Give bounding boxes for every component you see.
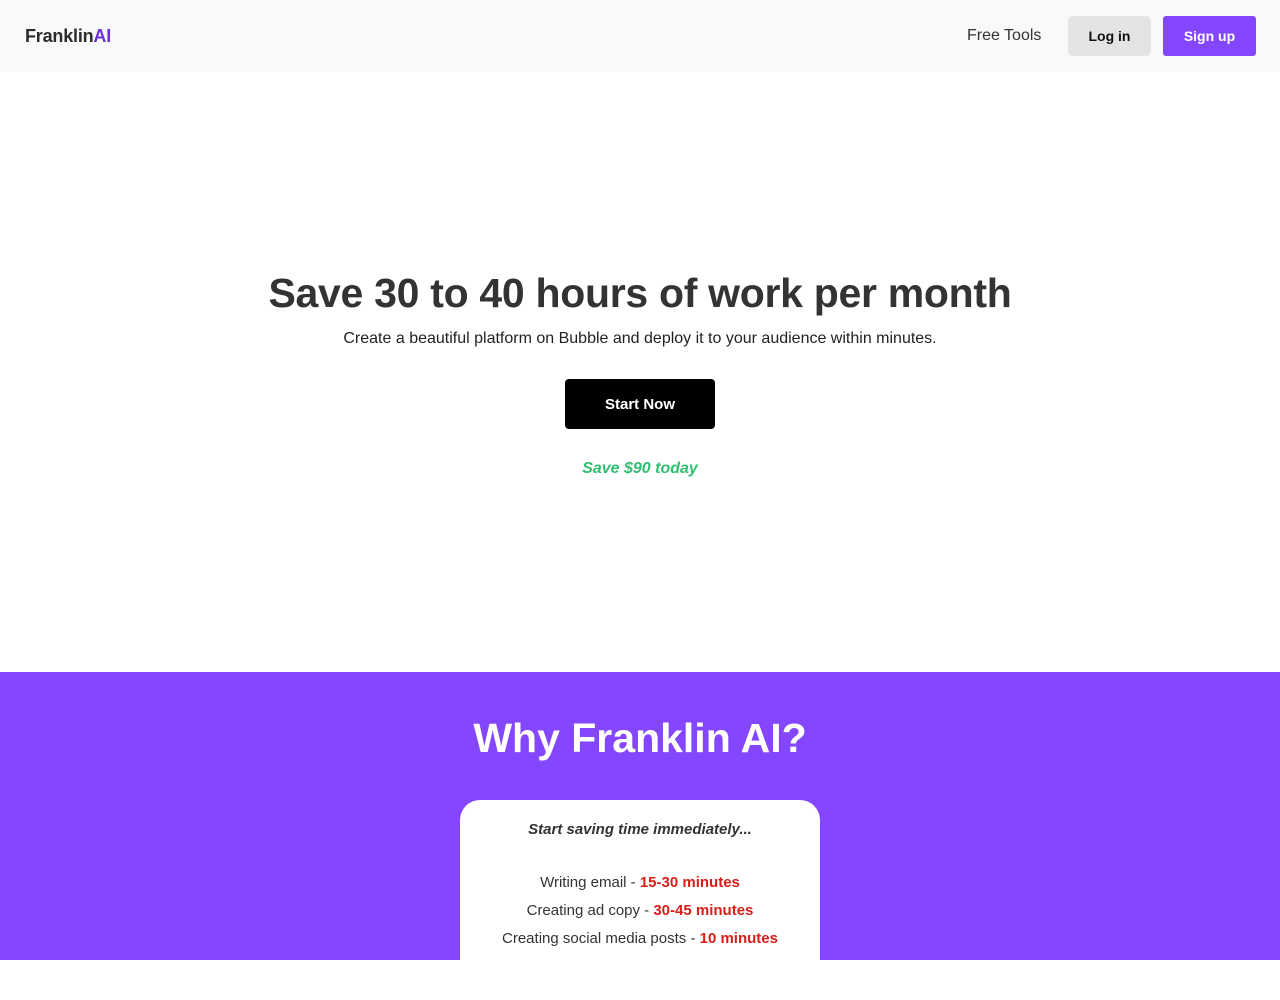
signup-button[interactable]: Sign up <box>1163 16 1256 56</box>
why-section: Why Franklin AI? Start saving time immed… <box>0 672 1280 1000</box>
login-button[interactable]: Log in <box>1068 16 1151 56</box>
time-value: 30-45 minutes <box>653 902 754 919</box>
hero-title: Save 30 to 40 hours of work per month <box>268 270 1012 316</box>
why-title: Why Franklin AI? <box>473 715 807 761</box>
free-tools-link[interactable]: Free Tools <box>967 26 1041 46</box>
list-item: Writing email - 15-30 minutes <box>460 873 820 893</box>
logo-text: Franklin <box>25 26 94 46</box>
time-value: 15-30 minutes <box>639 874 740 891</box>
card-heading: Start saving time immediately... <box>528 821 752 838</box>
task-label: Writing email - <box>540 874 640 891</box>
list-item: Creating social media posts - 10 minutes <box>460 929 820 949</box>
task-label: Creating ad copy - <box>526 902 654 919</box>
task-label: Creating social media posts - <box>502 930 700 947</box>
save-note: Save $90 today <box>582 460 698 477</box>
franklin-ai-logo[interactable]: Franklin AI <box>25 24 111 48</box>
start-now-button[interactable]: Start Now <box>565 379 715 429</box>
top-nav: Franklin AI Free Tools Log in Sign up <box>0 0 1280 72</box>
list-item: Creating ad copy - 30-45 minutes <box>460 901 820 921</box>
logo-accent-text: AI <box>93 26 112 46</box>
time-value: 10 minutes <box>699 930 778 947</box>
hero-subtitle: Create a beautiful platform on Bubble an… <box>343 330 937 347</box>
time-savings-card: Start saving time immediately... Writing… <box>460 800 820 1000</box>
